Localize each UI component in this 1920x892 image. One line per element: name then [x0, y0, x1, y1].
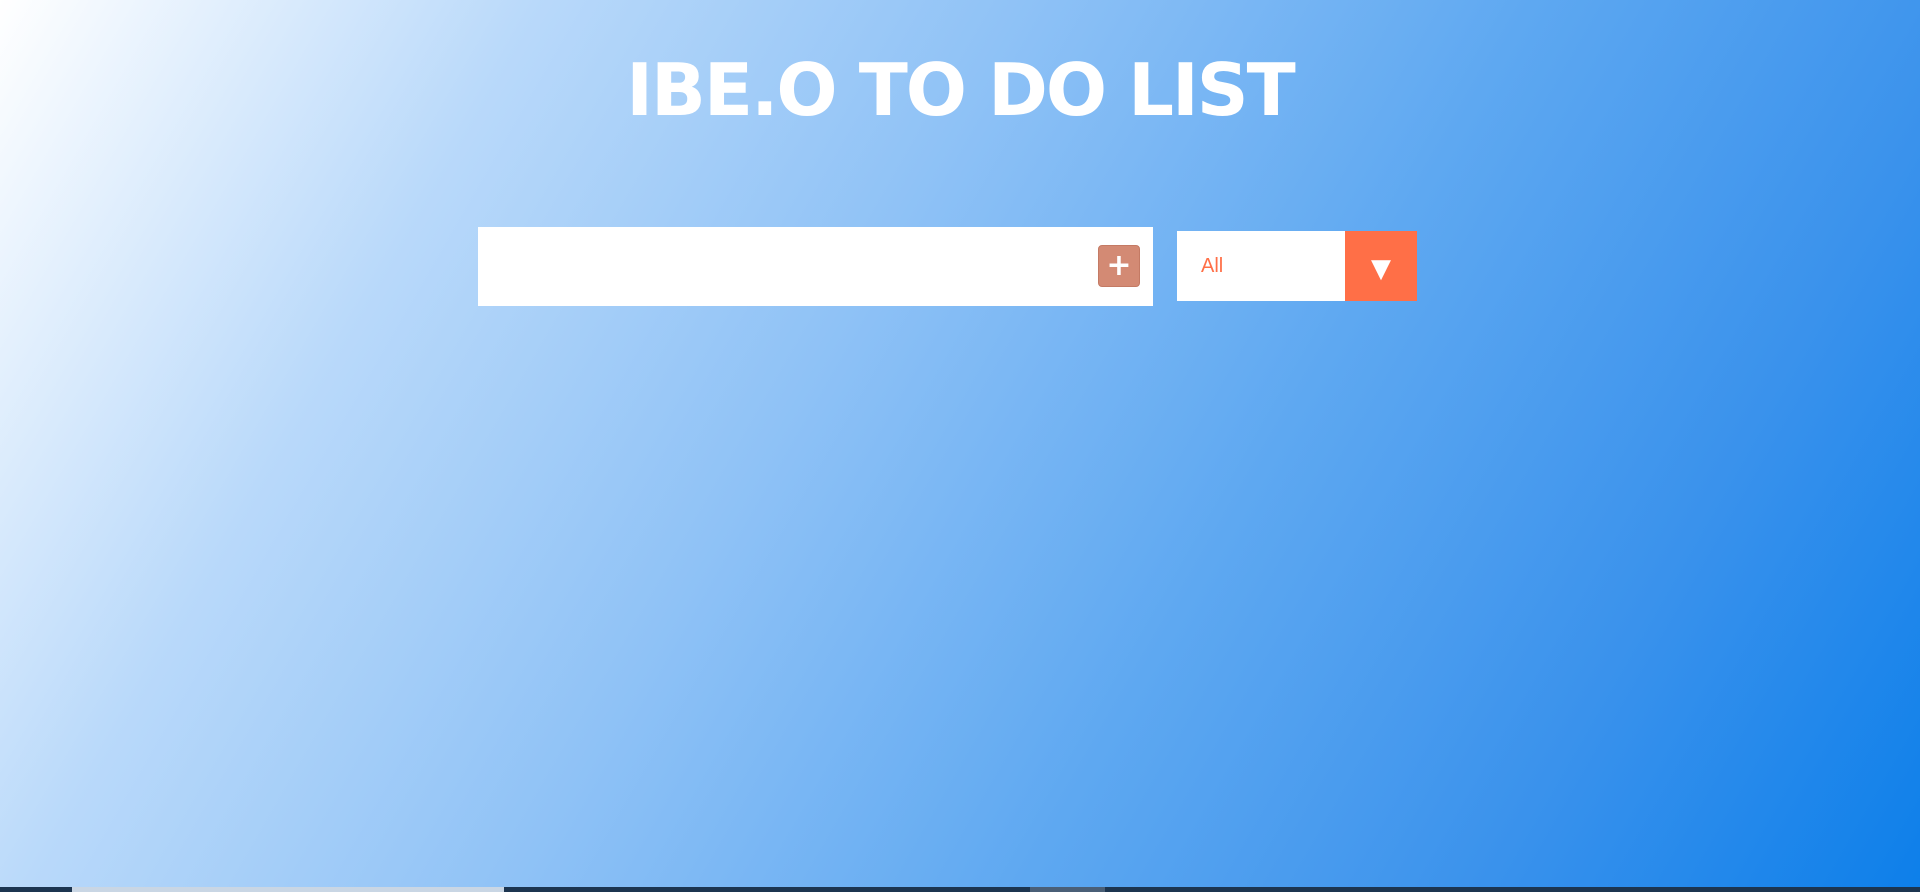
filter-select[interactable]: All ▼ [1177, 231, 1417, 301]
filter-selected-value: All [1201, 255, 1224, 277]
add-todo-button[interactable]: + [1098, 245, 1140, 287]
plus-icon: + [1106, 248, 1132, 283]
chevron-down-icon[interactable]: ▼ [1345, 231, 1417, 301]
taskbar-item[interactable] [1030, 887, 1105, 892]
taskbar-item[interactable] [72, 887, 504, 892]
taskbar [0, 887, 1920, 892]
todo-form: + [478, 227, 1153, 306]
page-title: IBE.O TO DO LIST [626, 48, 1296, 132]
todo-input[interactable] [478, 227, 1078, 306]
